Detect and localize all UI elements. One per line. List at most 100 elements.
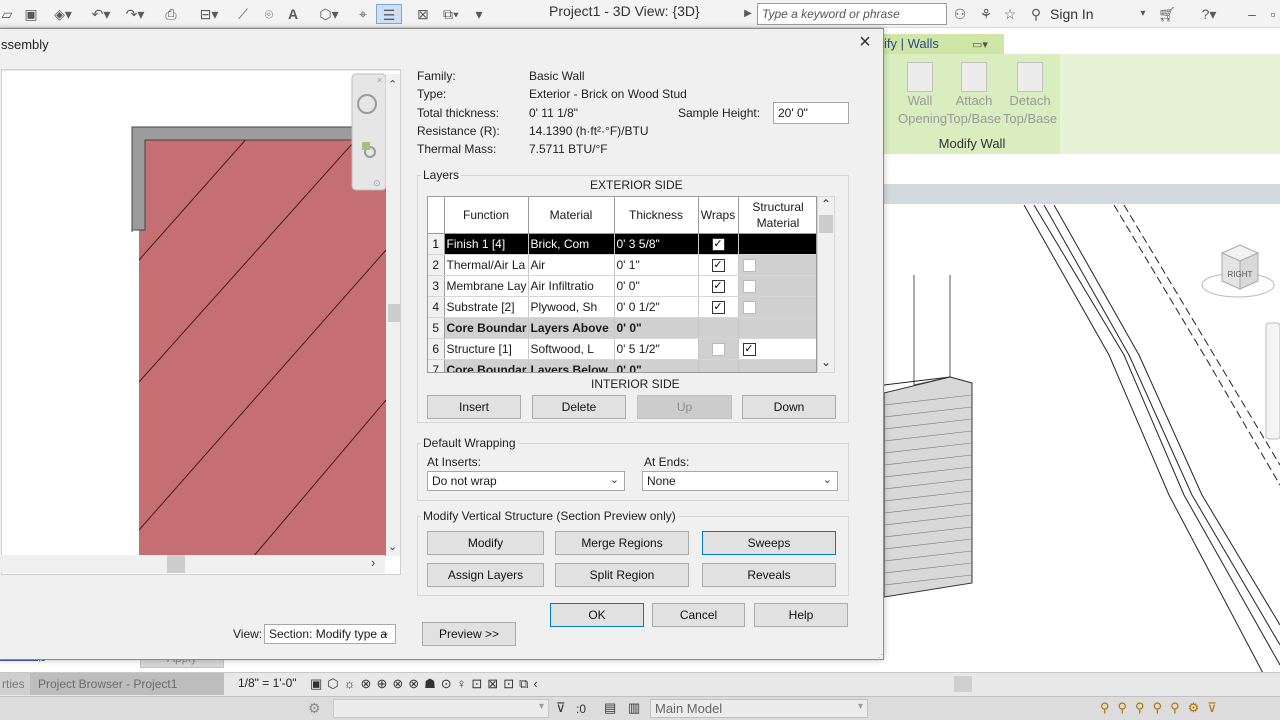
favorites-star-icon[interactable]: ☆ (1000, 4, 1020, 24)
help-button[interactable]: Help (754, 603, 848, 627)
function-cell[interactable]: Core Boundar (444, 359, 529, 372)
layers-scrollbar[interactable]: ⌃ ⌄ (817, 196, 835, 373)
table-row[interactable]: 2 Thermal/Air La Air 0' 1" ✓ (428, 254, 816, 276)
tab-properties[interactable]: rties (0, 673, 30, 695)
at-ends-dropdown[interactable]: None ⌄ (642, 471, 838, 491)
material-cell[interactable]: Layers Below (528, 359, 615, 372)
thickness-cell[interactable]: 0' 0" (614, 359, 699, 372)
cart-icon[interactable]: 🛒︎ (1156, 4, 1178, 24)
navigation-bar[interactable] (1265, 322, 1280, 440)
thin-lines-icon[interactable]: ☰ (376, 4, 402, 24)
material-cell[interactable]: Layers Above (528, 317, 615, 339)
design-option-dropdown[interactable]: Main Model ▾ (650, 699, 868, 718)
navigation-wheel[interactable] (351, 73, 387, 191)
material-header[interactable]: Material (528, 197, 615, 234)
function-header[interactable]: Function (444, 197, 529, 234)
section-preview[interactable]: × ⊙ ⌃ ⌄ (1, 69, 401, 575)
thickness-cell[interactable]: 0' 0" (614, 317, 699, 339)
table-row[interactable]: 7 Core Boundar Layers Below 0' 0" (428, 359, 816, 372)
3d-view-icon[interactable]: ⬡▾ (314, 4, 344, 24)
tab-project-browser[interactable]: Project Browser - Project1 (30, 673, 224, 695)
function-cell[interactable]: Membrane Lay (444, 275, 529, 297)
close-icon[interactable]: × (377, 75, 382, 85)
function-cell[interactable]: Thermal/Air La (444, 254, 529, 276)
table-row[interactable]: 5 Core Boundar Layers Above 0' 0" (428, 317, 816, 339)
scroll-down-icon[interactable]: ⌄ (821, 355, 831, 369)
sweeps-button[interactable]: Sweeps (702, 531, 836, 555)
layers-scroll-thumb[interactable] (819, 215, 833, 233)
material-cell[interactable]: Brick, Com (528, 233, 615, 255)
worksets-icon[interactable]: ⚙ (308, 700, 321, 717)
switch-windows-icon[interactable]: ⧉▾ (436, 4, 466, 24)
horizontal-scroll-thumb[interactable] (167, 555, 185, 573)
function-cell[interactable]: Structure [1] (444, 338, 529, 360)
wraps-checkbox[interactable] (711, 342, 725, 356)
close-hidden-icon[interactable]: ⊠ (412, 4, 434, 24)
wheel-options-icon[interactable]: ⊙ (373, 178, 381, 188)
material-cell[interactable]: Air (528, 254, 615, 276)
dimension-icon[interactable]: ⟋ (232, 4, 254, 24)
open-icon[interactable]: ▱ (0, 4, 14, 24)
customize-qat-icon[interactable]: ▾ (472, 4, 486, 24)
section-icon[interactable]: ⌖ (354, 4, 372, 24)
expand-arrow-icon[interactable]: ▶ (742, 4, 754, 24)
wall-opening-button[interactable]: Wall Opening (898, 62, 947, 128)
structural-checkbox[interactable] (742, 237, 756, 251)
horizontal-scrollbar[interactable]: › (1, 555, 385, 573)
split-region-button[interactable]: Split Region (555, 563, 689, 587)
editing-requests-icon[interactable]: ▤ (604, 700, 616, 716)
vertical-scroll-thumb[interactable] (388, 304, 400, 322)
scroll-down-icon[interactable]: ⌄ (388, 541, 397, 553)
at-inserts-dropdown[interactable]: Do not wrap ⌄ (427, 471, 625, 491)
view-scroll-thumb[interactable] (954, 676, 972, 692)
material-cell[interactable]: Softwood, L (528, 338, 615, 360)
scroll-up-icon[interactable]: ⌃ (388, 79, 397, 91)
redo-icon[interactable]: ↷▾ (120, 4, 150, 24)
sign-in-link[interactable]: Sign In (1050, 6, 1094, 22)
design-options-icon[interactable]: ▥ (628, 700, 640, 716)
function-cell[interactable]: Substrate [2] (444, 296, 529, 318)
wraps-checkbox[interactable]: ✓ (711, 237, 725, 251)
sync-icon[interactable]: ◈▾ (48, 4, 78, 24)
workset-dropdown[interactable]: ▾ (333, 699, 549, 718)
selection-options-icons[interactable]: ⚲⚲⚲⚲⚲⚙⊽ (1100, 700, 1225, 716)
panel-options-icon[interactable]: ▭▾ (972, 38, 988, 51)
cancel-button[interactable]: Cancel (652, 603, 745, 627)
sample-height-input[interactable]: 20' 0" (773, 102, 849, 124)
material-cell[interactable]: Plywood, Sh (528, 296, 615, 318)
scroll-up-icon[interactable]: ⌃ (821, 197, 831, 211)
resize-grip-icon[interactable]: ⋰ (875, 653, 883, 662)
insert-button[interactable]: Insert (427, 395, 521, 419)
structural-checkbox[interactable] (742, 258, 756, 272)
subscription-icon[interactable]: ⚘ (976, 4, 996, 24)
text-icon[interactable]: A (284, 4, 302, 24)
structural-checkbox[interactable] (742, 300, 756, 314)
detach-top-base-button[interactable]: Detach Top/Base (1002, 62, 1058, 128)
wraps-checkbox[interactable]: ✓ (711, 258, 725, 272)
minimize-icon[interactable]: – (1244, 4, 1260, 24)
view-control-icons[interactable]: ▣⬡☼⊗⊕⊗⊗☗⊙♀⊡⊠⊡⧉‹ (310, 676, 543, 692)
signin-dropdown-icon[interactable]: ▾ (1136, 4, 1150, 24)
save-icon[interactable]: ▣ (22, 4, 40, 24)
up-button[interactable]: Up (637, 395, 732, 419)
function-cell[interactable]: Finish 1 [4] (444, 233, 529, 255)
maximize-icon[interactable]: ▫ (1266, 4, 1280, 24)
reveals-button[interactable]: Reveals (702, 563, 836, 587)
table-row[interactable]: 1 Finish 1 [4] Brick, Com 0' 3 5/8" ✓ (428, 233, 816, 255)
structural-material-header[interactable]: Structural Material (738, 197, 816, 234)
binoculars-icon[interactable]: ⚇ (950, 4, 970, 24)
view-dropdown[interactable]: Section: Modify type a ⌄ (264, 624, 396, 644)
view-cube[interactable]: RIGHT (1201, 244, 1275, 298)
thickness-cell[interactable]: 0' 3 5/8" (614, 233, 699, 255)
structural-checkbox[interactable] (742, 279, 756, 293)
delete-button[interactable]: Delete (532, 395, 626, 419)
wraps-header[interactable]: Wraps (698, 197, 739, 234)
filter-count-icon[interactable]: ⊽ (556, 700, 566, 716)
modify-button[interactable]: Modify (427, 531, 544, 555)
thickness-cell[interactable]: 0' 0" (614, 275, 699, 297)
measure-icon[interactable]: ⊟▾ (194, 4, 224, 24)
function-cell[interactable]: Core Boundar (444, 317, 529, 339)
undo-icon[interactable]: ↶▾ (86, 4, 116, 24)
assign-layers-button[interactable]: Assign Layers (427, 563, 544, 587)
structural-checkbox[interactable]: ✓ (742, 342, 756, 356)
